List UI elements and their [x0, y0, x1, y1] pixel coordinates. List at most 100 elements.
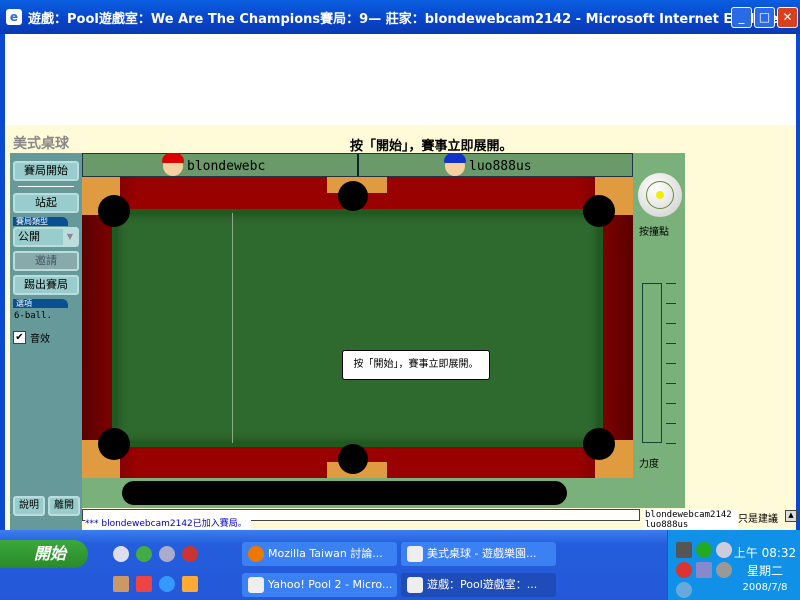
aim-point-icon [656, 191, 664, 199]
task-yahoo-pool[interactable]: Yahoo! Pool 2 - Micro... [242, 573, 397, 597]
maximize-button[interactable]: □ [754, 7, 775, 28]
kick-button[interactable]: 踢出賽局 [13, 275, 79, 295]
quicklaunch-icon[interactable] [113, 546, 129, 562]
scroll-up-icon[interactable]: ▲ [785, 510, 797, 522]
avatar [444, 153, 466, 176]
media-player-icon[interactable] [136, 546, 152, 562]
pocket [583, 428, 615, 460]
clock-time[interactable]: 上午 08:32 [732, 544, 798, 561]
stand-up-button[interactable]: 站起 [13, 193, 79, 213]
clock-date: 2008/7/8 [742, 582, 788, 593]
right-panel: 按撞點 力度 [633, 153, 685, 508]
task-pool-game[interactable]: 美式桌球 - 遊戲樂園... [401, 542, 556, 566]
ie-icon [248, 577, 264, 593]
task-label: Mozilla Taiwan 討論... [268, 547, 383, 560]
cue-ball-aim[interactable] [638, 173, 682, 217]
task-mozilla[interactable]: Mozilla Taiwan 討論... [242, 542, 397, 566]
player-1: blondewebc [162, 153, 266, 176]
power-tick [666, 403, 676, 404]
power-meter[interactable] [642, 283, 662, 443]
app-icon[interactable] [182, 546, 198, 562]
power-tick [666, 423, 676, 424]
umbrella-icon[interactable] [696, 542, 712, 558]
help-button[interactable]: 說明 [13, 496, 45, 516]
start-game-button[interactable]: 賽局開始 [13, 161, 79, 181]
game-type-label: 賽局類型 [13, 217, 68, 226]
power-tick [666, 363, 676, 364]
window-border [796, 34, 800, 530]
player-2: luo888us [444, 153, 532, 176]
player-name: blondewebc [187, 158, 266, 174]
system-tray: 上午 08:32 星期二 2008/7/8 [667, 530, 800, 600]
messenger-icon[interactable] [159, 546, 175, 562]
task-label: 美式桌球 - 遊戲樂園... [427, 547, 537, 560]
ie-icon [407, 546, 423, 562]
user-item[interactable]: blondewebcam2142 [645, 510, 738, 520]
divider [357, 154, 359, 176]
user-item[interactable]: luo888us [645, 520, 738, 530]
left-panel: 賽局開始 站起 賽局類型 公開 ▼ 邀請 踢出賽局 選項 6-ball. ✔ 音效 … [10, 153, 82, 530]
quicklaunch-icon[interactable] [113, 576, 129, 592]
aim-label: 按撞點 [639, 227, 669, 238]
leave-button[interactable]: 離開 [48, 496, 80, 516]
cue-rack [122, 481, 567, 505]
close-button[interactable]: ✕ [777, 7, 798, 28]
cue-area [82, 478, 633, 508]
speed-icon[interactable] [716, 542, 732, 558]
sound-checkbox[interactable]: ✔ 音效 [13, 330, 50, 345]
pocket [583, 195, 615, 227]
clock-app-icon[interactable] [182, 576, 198, 592]
power-tick [666, 303, 676, 304]
player-name: luo888us [469, 158, 532, 174]
ad-area [5, 34, 796, 125]
suggest-label: 只是建議 ▲ [738, 510, 797, 525]
start-button[interactable]: 開始 [0, 540, 88, 568]
head-string [232, 213, 233, 443]
game-type-value: 公開 [18, 230, 40, 243]
ie-icon[interactable] [159, 576, 175, 592]
sound-label: 音效 [30, 334, 50, 345]
checkmark-icon: ✔ [13, 331, 26, 344]
firefox-icon [248, 546, 264, 562]
task-game-room[interactable]: 遊戲：Pool遊戲室：... [401, 573, 556, 597]
pocket [338, 444, 368, 474]
window-title: 遊戲：Pool遊戲室：We Are The Champions賽局：9— 莊家：… [28, 11, 786, 27]
user-list[interactable]: blondewebcam2142 luo888us [643, 510, 738, 530]
table-cloth[interactable]: 按「開始」，賽事立即展開。 [112, 209, 603, 447]
invite-button[interactable]: 邀請 [13, 251, 79, 271]
power-label: 力度 [639, 459, 659, 470]
status-message: 按「開始」，賽事立即展開。 [350, 139, 513, 154]
power-tick [666, 443, 676, 444]
ie-icon [407, 577, 423, 593]
task-label: 遊戲：Pool遊戲室：... [427, 578, 538, 591]
pocket [338, 181, 368, 211]
start-message-dialog: 按「開始」，賽事立即展開。 [342, 350, 490, 380]
network-error-icon[interactable] [676, 562, 692, 578]
ie-icon: e [6, 9, 22, 25]
power-tick [666, 323, 676, 324]
pocket [98, 428, 130, 460]
network-icon[interactable] [696, 562, 712, 578]
tray-icon[interactable] [676, 582, 692, 598]
pool-table[interactable]: 按「開始」，賽事立即展開。 [82, 177, 633, 478]
tray-icon[interactable] [676, 542, 692, 558]
power-tick [666, 283, 676, 284]
avatar [162, 153, 184, 176]
divider [18, 186, 74, 187]
title-bar: e 遊戲：Pool遊戲室：We Are The Champions賽局：9— 莊家… [0, 0, 800, 34]
chevron-down-icon[interactable]: ▼ [63, 229, 77, 245]
minimize-button[interactable]: _ [731, 7, 752, 28]
chat-message: *** blondewebcam2142已加入賽局。 [85, 519, 251, 529]
power-tick [666, 343, 676, 344]
quicklaunch-icon[interactable] [136, 576, 152, 592]
task-label: Yahoo! Pool 2 - Micro... [268, 578, 393, 591]
option-value: 6-ball. [14, 311, 52, 321]
game-type-select[interactable]: 公開 ▼ [13, 227, 79, 247]
game-area: 美式桌球 按「開始」，賽事立即展開。 賽局開始 站起 賽局類型 公開 ▼ 邀請 踢… [5, 125, 797, 530]
taskbar: 開始 Mozilla Taiwan 討論... 美式桌球 - 遊戲樂園... Y… [0, 530, 800, 600]
power-tick [666, 383, 676, 384]
volume-icon[interactable] [716, 562, 732, 578]
options-label: 選項 [13, 299, 68, 308]
game-title: 美式桌球 [13, 136, 69, 152]
suggest-text: 只是建議 [738, 514, 778, 525]
